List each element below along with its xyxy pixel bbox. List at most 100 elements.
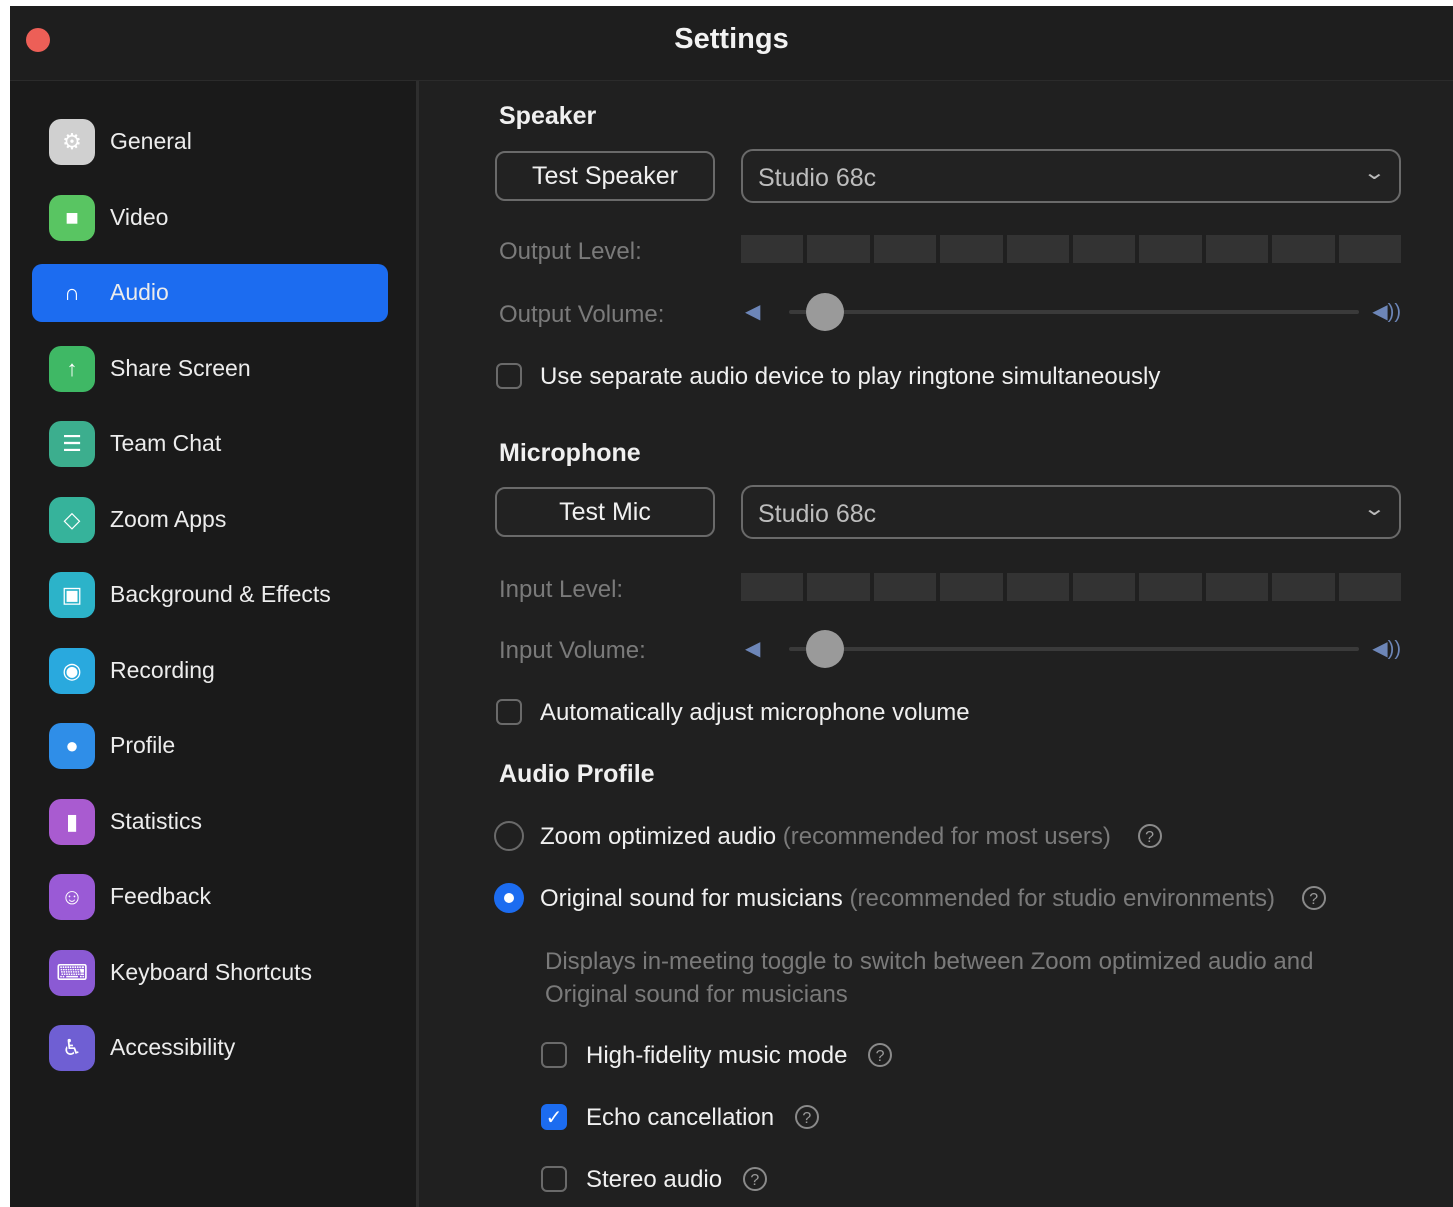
background-icon: ▣ <box>49 572 95 618</box>
stereo-audio-option[interactable]: Stereo audio ? <box>586 1166 767 1194</box>
chevron-down-icon: ⌄ <box>1362 498 1387 520</box>
sidebar-item-label: Background & Effects <box>110 581 331 607</box>
sidebar-item-label: Keyboard Shortcuts <box>110 958 313 985</box>
chevron-down-icon: ⌄ <box>1362 162 1387 184</box>
video-camera-icon: ■ <box>49 194 95 241</box>
echo-cancellation-option[interactable]: Echo cancellation ? <box>586 1104 819 1132</box>
slider-track <box>789 647 1359 651</box>
help-icon[interactable]: ? <box>868 1042 893 1067</box>
level-segment <box>940 573 1003 601</box>
test-speaker-button[interactable]: Test Speaker <box>495 151 715 201</box>
settings-window: Settings ⚙ General ■ Video ∩ Audio ↑ Share Scre… <box>10 6 1453 1207</box>
microphone-device-select[interactable]: Studio 68c ⌄ <box>741 485 1401 539</box>
chat-icon: ☰ <box>49 421 95 467</box>
volume-low-icon: ◀ <box>745 638 761 660</box>
accessibility-icon: ♿ <box>49 1025 95 1071</box>
separate-ringtone-label: Use separate audio device to play ringto… <box>540 363 1161 390</box>
stereo-audio-checkbox[interactable] <box>541 1166 567 1192</box>
microphone-heading: Microphone <box>499 439 641 467</box>
level-segment <box>1205 573 1269 601</box>
separate-ringtone-checkbox[interactable] <box>496 363 522 389</box>
sidebar-item-statistics[interactable]: ▮ Statistics <box>32 793 388 851</box>
input-level-label: Input Level: <box>499 576 624 603</box>
feedback-icon: ☺ <box>49 874 95 920</box>
input-volume-slider[interactable]: ◀ ◀)) <box>741 629 1401 669</box>
sidebar-item-feedback[interactable]: ☺ Feedback <box>32 868 388 926</box>
original-sound-option[interactable]: Original sound for musicians (recommende… <box>540 885 1326 913</box>
apps-icon: ◇ <box>49 496 95 543</box>
speaker-device-value: Studio 68c <box>758 164 877 192</box>
high-fidelity-checkbox[interactable] <box>541 1042 567 1068</box>
sidebar-item-recording[interactable]: ◉ Recording <box>32 642 388 700</box>
level-segment <box>741 235 804 263</box>
level-segment <box>940 235 1003 263</box>
sidebar-item-label: Audio <box>110 279 169 305</box>
input-level-meter <box>741 573 1402 601</box>
echo-cancellation-checkbox[interactable]: ✓ <box>541 1104 567 1130</box>
window-title: Settings <box>674 23 789 55</box>
slider-track <box>789 310 1359 314</box>
sidebar-item-audio[interactable]: ∩ Audio <box>32 264 388 322</box>
original-sound-description: Displays in-meeting toggle to switch bet… <box>545 948 1314 1008</box>
help-icon[interactable]: ? <box>1137 823 1162 848</box>
gear-icon: ⚙ <box>49 119 95 165</box>
slider-knob[interactable] <box>805 630 844 668</box>
zoom-optimized-label: Zoom optimized audio <box>540 823 777 850</box>
sidebar-item-label: Share Screen <box>110 354 251 381</box>
title-bar: Settings <box>10 6 1453 81</box>
level-segment <box>1006 573 1070 601</box>
level-segment <box>1006 235 1070 263</box>
output-level-meter <box>741 235 1402 263</box>
share-screen-icon: ↑ <box>49 345 95 392</box>
sidebar-item-background-effects[interactable]: ▣ Background & Effects <box>32 566 388 624</box>
level-segment <box>1205 235 1269 263</box>
sidebar-item-label: Profile <box>110 732 176 758</box>
headphones-icon: ∩ <box>64 280 80 305</box>
output-volume-slider[interactable]: ◀ ◀)) <box>741 292 1401 332</box>
sidebar-item-label: Feedback <box>110 883 212 909</box>
sidebar-item-label: Zoom Apps <box>110 505 227 532</box>
level-segment <box>1272 235 1335 263</box>
high-fidelity-option[interactable]: High-fidelity music mode ? <box>586 1042 893 1070</box>
original-sound-note: (recommended for studio environments) <box>849 885 1276 912</box>
level-segment <box>873 235 937 263</box>
original-sound-label: Original sound for musicians <box>540 885 843 912</box>
level-segment <box>1338 573 1402 601</box>
profile-icon: ● <box>49 723 95 769</box>
level-segment <box>1272 573 1335 601</box>
auto-adjust-mic-checkbox[interactable] <box>496 699 522 725</box>
level-segment <box>1139 573 1202 601</box>
level-segment <box>1073 235 1136 263</box>
sidebar-item-team-chat[interactable]: ☰ Team Chat <box>32 415 388 473</box>
sidebar-item-label: Recording <box>110 656 215 683</box>
zoom-optimized-option[interactable]: Zoom optimized audio (recommended for mo… <box>540 823 1162 851</box>
output-volume-label: Output Volume: <box>499 301 665 328</box>
speaker-device-select[interactable]: Studio 68c ⌄ <box>741 149 1401 203</box>
sidebar-item-label: Statistics <box>110 807 203 834</box>
test-mic-button[interactable]: Test Mic <box>495 487 715 537</box>
level-segment <box>807 235 870 263</box>
zoom-optimized-radio[interactable] <box>494 821 524 851</box>
sidebar-item-accessibility[interactable]: ♿ Accessibility <box>32 1019 388 1077</box>
stereo-audio-label: Stereo audio <box>586 1166 723 1193</box>
help-icon[interactable]: ? <box>742 1166 767 1191</box>
sidebar-item-share-screen[interactable]: ↑ Share Screen <box>32 340 388 398</box>
sidebar-item-video[interactable]: ■ Video <box>32 189 388 247</box>
sidebar-item-label: Video <box>110 203 169 230</box>
sidebar-item-general[interactable]: ⚙ General <box>32 113 388 171</box>
sidebar-item-label: Team Chat <box>110 430 222 456</box>
help-icon[interactable]: ? <box>794 1104 819 1129</box>
output-level-label: Output Level: <box>499 238 642 265</box>
original-sound-radio[interactable] <box>494 883 524 913</box>
sidebar-item-keyboard-shortcuts[interactable]: ⌨ Keyboard Shortcuts <box>32 944 388 1002</box>
volume-high-icon: ◀)) <box>1372 301 1401 323</box>
volume-high-icon: ◀)) <box>1372 638 1401 660</box>
sidebar-item-label: Accessibility <box>110 1034 236 1060</box>
sidebar-item-zoom-apps[interactable]: ◇ Zoom Apps <box>32 491 388 549</box>
level-segment <box>1073 573 1136 601</box>
statistics-icon: ▮ <box>49 798 95 845</box>
slider-knob[interactable] <box>805 293 844 331</box>
sidebar-item-profile[interactable]: ● Profile <box>32 717 388 775</box>
level-segment <box>1139 235 1202 263</box>
help-icon[interactable]: ? <box>1301 885 1326 910</box>
